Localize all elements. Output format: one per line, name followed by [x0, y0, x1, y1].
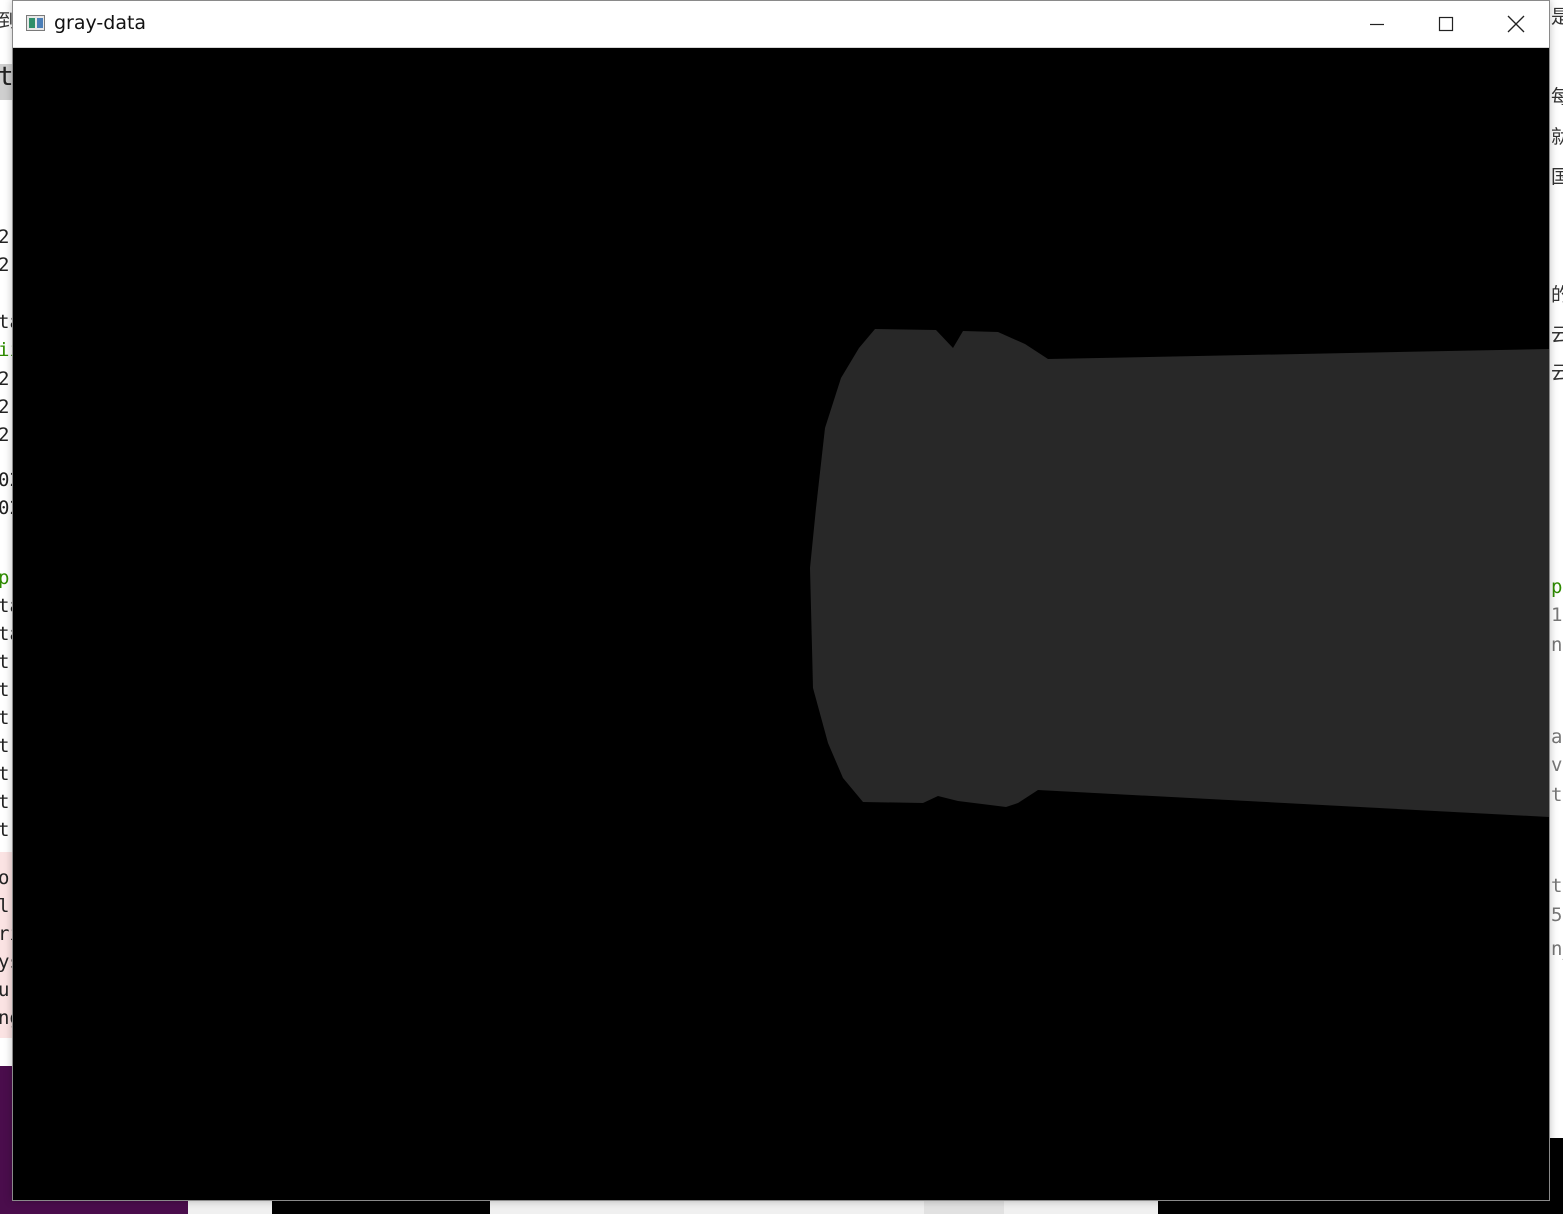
taskbar-segment	[490, 1200, 924, 1214]
background-text-fragment: 每	[1551, 86, 1563, 108]
background-text-fragment: ta	[1551, 875, 1563, 897]
taskbar-segment	[924, 1200, 1004, 1214]
close-icon	[1507, 15, 1525, 33]
window-app-icon	[26, 15, 45, 31]
background-text-fragment: ii	[0, 339, 12, 361]
background-text-fragment: 2.	[0, 396, 12, 418]
background-text-fragment: ur	[0, 979, 12, 1001]
background-terminal-band	[0, 1066, 12, 1214]
background-text-fragment: t	[0, 62, 12, 92]
background-text-fragment: 云	[1551, 362, 1563, 384]
background-text-fragment: 2.	[0, 424, 12, 446]
background-text-fragment: t.	[0, 679, 12, 701]
background-text-fragment: t.	[0, 763, 12, 785]
background-text-fragment: t.	[0, 651, 12, 673]
minimize-button[interactable]	[1342, 1, 1412, 47]
gray-image	[13, 48, 1549, 1200]
background-text-fragment: 就	[1551, 126, 1563, 148]
background-text-fragment: 云	[1551, 324, 1563, 346]
background-text-fragment: ta	[0, 623, 12, 645]
background-text-fragment: ng	[0, 1007, 12, 1029]
background-text-fragment: ta	[1551, 784, 1563, 806]
background-dark-area	[1550, 1138, 1563, 1200]
background-text-fragment: 2.	[0, 368, 12, 390]
background-text-fragment: p	[0, 567, 10, 589]
background-text-fragment: ys	[0, 951, 12, 973]
taskbar-segment	[272, 1200, 490, 1214]
background-text-fragment: at	[1551, 726, 1563, 748]
background-text-fragment: t.	[0, 707, 12, 729]
image-canvas[interactable]	[13, 48, 1549, 1200]
background-text-fragment: n)	[1551, 634, 1563, 656]
taskbar-segment	[1004, 1200, 1158, 1214]
background-window-right: 是每就国的云云p10n)atv6tata58n_	[1550, 0, 1563, 1214]
background-text-fragment: ta	[0, 595, 12, 617]
minimize-icon	[1370, 23, 1384, 26]
background-text-fragment: t.	[0, 735, 12, 757]
background-text-fragment: ta	[0, 311, 12, 333]
taskbar-segment	[188, 1200, 272, 1214]
gray-region-shape	[810, 329, 1549, 817]
background-text-fragment: ri	[0, 923, 12, 945]
background-text-fragment: n_	[1551, 938, 1563, 960]
maximize-button[interactable]	[1411, 1, 1481, 47]
background-text-fragment: 02	[0, 497, 12, 519]
image-window: gray-data	[12, 0, 1550, 1201]
window-title: gray-data	[54, 12, 147, 34]
background-text-fragment: 的	[1551, 284, 1563, 306]
background-text-fragment: p	[1551, 576, 1563, 598]
background-text-fragment: 58	[1551, 904, 1563, 926]
background-text-fragment: or	[0, 867, 12, 889]
background-text-fragment: v6	[1551, 754, 1563, 776]
background-text-fragment: 02	[0, 469, 12, 491]
close-button[interactable]	[1481, 1, 1551, 47]
background-text-fragment: 国	[1551, 166, 1563, 188]
taskbar-segment	[1158, 1200, 1563, 1214]
background-text-fragment: 2.	[0, 254, 12, 276]
background-text-fragment: t.	[0, 791, 12, 813]
title-bar[interactable]: gray-data	[13, 1, 1549, 48]
background-text-fragment: l.	[0, 895, 12, 917]
background-text-fragment: 2.	[0, 226, 12, 248]
background-text-fragment: 10	[1551, 604, 1563, 626]
maximize-icon	[1438, 16, 1454, 32]
background-text-fragment: 是	[1551, 6, 1563, 28]
background-text-fragment: 到	[0, 10, 12, 32]
background-window-left: 到 t 2. 2. ta ii 2. 2. 2. 02 02 p ta ta t. t. t. t. t. t. t. o…	[0, 0, 12, 1214]
background-text-fragment: t.	[0, 819, 12, 841]
taskbar-segment	[12, 1200, 188, 1214]
